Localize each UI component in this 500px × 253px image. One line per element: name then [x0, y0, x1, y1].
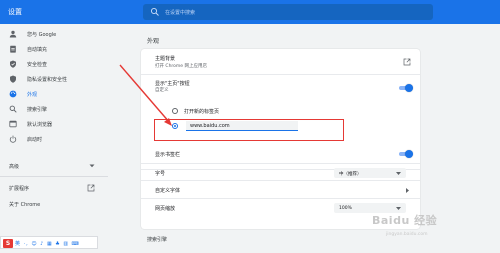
radio-new-tab-label: 打开新的标签页 [184, 109, 220, 115]
ime-toolbar-icons[interactable]: 英 ·, ☺ ♪ ▦ ♣ ▥ ⌨ [15, 240, 80, 247]
open-in-new-icon[interactable] [403, 58, 411, 66]
sidebar-item-label: 隐私设置和安全性 [27, 77, 68, 83]
sidebar: 您与 Google 自动填充 安全检查 隐私设置和安全性 外观 搜索引擎 默认浏… [0, 24, 108, 253]
search-icon [9, 105, 17, 113]
search-icon [150, 7, 159, 16]
sidebar-divider [0, 176, 108, 177]
chevron-right-icon [406, 188, 409, 193]
top-bar: 设置 在设置中搜索 [0, 0, 500, 24]
chevron-down-icon [396, 206, 401, 210]
search-box[interactable]: 在设置中搜索 [143, 4, 433, 20]
home-button-subtitle: 自定义 [155, 88, 169, 93]
page-zoom-title: 网页缩放 [155, 206, 176, 212]
home-button-toggle[interactable] [399, 84, 413, 92]
sidebar-item-search-engine[interactable]: 搜索引擎 [0, 102, 108, 116]
browser-icon [9, 120, 17, 128]
font-size-title: 字号 [155, 171, 166, 177]
sidebar-item-label: 启动时 [27, 137, 43, 143]
sidebar-item-label: 自动填充 [27, 47, 48, 53]
sidebar-item-label: 外观 [27, 92, 38, 98]
watermark: Baidu 经验 [372, 214, 438, 227]
sidebar-item-safety-check[interactable]: 安全检查 [0, 57, 108, 71]
sidebar-item-label: 默认浏览器 [27, 122, 53, 128]
sidebar-item-appearance[interactable]: 外观 [0, 87, 108, 101]
radio-new-tab[interactable] [172, 108, 178, 114]
chevron-down-icon[interactable] [89, 164, 95, 168]
sidebar-item-default-browser[interactable]: 默认浏览器 [0, 117, 108, 131]
search-input[interactable]: 在设置中搜索 [165, 9, 195, 16]
sidebar-item-label: 搜索引擎 [27, 107, 48, 113]
font-size-select[interactable]: 中（推荐） [334, 168, 406, 178]
bookmarks-bar-row[interactable]: 显示书签栏 [141, 147, 420, 161]
power-icon [9, 135, 17, 143]
shield-lock-icon [10, 75, 16, 83]
shield-icon [10, 60, 16, 68]
section-title-appearance: 外观 [147, 38, 160, 45]
sidebar-about-chrome[interactable]: 关于 Chrome [9, 201, 40, 208]
ime-toolbar[interactable]: S 英 ·, ☺ ♪ ▦ ♣ ▥ ⌨ [0, 236, 98, 249]
font-size-value: 中（推荐） [339, 171, 362, 177]
bookmarks-bar-toggle[interactable] [399, 150, 413, 158]
font-size-row: 字号 中（推荐） [141, 163, 420, 181]
page-title: 设置 [8, 8, 22, 16]
sidebar-extensions[interactable]: 扩展程序 [9, 185, 29, 192]
bookmarks-bar-title: 显示书签栏 [155, 152, 181, 158]
sidebar-item-autofill[interactable]: 自动填充 [0, 42, 108, 56]
sidebar-item-you-and-google[interactable]: 您与 Google [0, 27, 108, 41]
sidebar-item-label: 您与 Google [27, 32, 57, 38]
sidebar-item-privacy[interactable]: 隐私设置和安全性 [0, 72, 108, 86]
open-in-new-icon[interactable] [87, 184, 95, 192]
theme-row[interactable]: 主题背景 打开 Chrome 网上应用店 [141, 49, 420, 75]
palette-icon [9, 90, 17, 98]
clipboard-icon [10, 45, 16, 53]
theme-subtitle: 打开 Chrome 网上应用店 [155, 64, 208, 69]
person-icon [9, 30, 17, 38]
custom-fonts-title: 自定义字体 [155, 188, 181, 194]
sogou-logo-icon: S [3, 239, 13, 248]
page-zoom-value: 100% [339, 205, 352, 211]
home-button-title: 显示"主页"按钮 [155, 81, 190, 87]
watermark-url: jingyan.baidu.com [386, 232, 428, 237]
chevron-down-icon [396, 171, 401, 175]
annotation-highlight-box [154, 119, 344, 141]
sidebar-item-on-startup[interactable]: 启动时 [0, 132, 108, 146]
sidebar-item-label: 安全检查 [27, 62, 48, 68]
custom-fonts-row[interactable]: 自定义字体 [141, 181, 420, 199]
theme-title: 主题背景 [155, 56, 176, 62]
sidebar-advanced[interactable]: 高级 [9, 163, 19, 170]
section-title-search-engine: 搜索引擎 [147, 237, 168, 243]
